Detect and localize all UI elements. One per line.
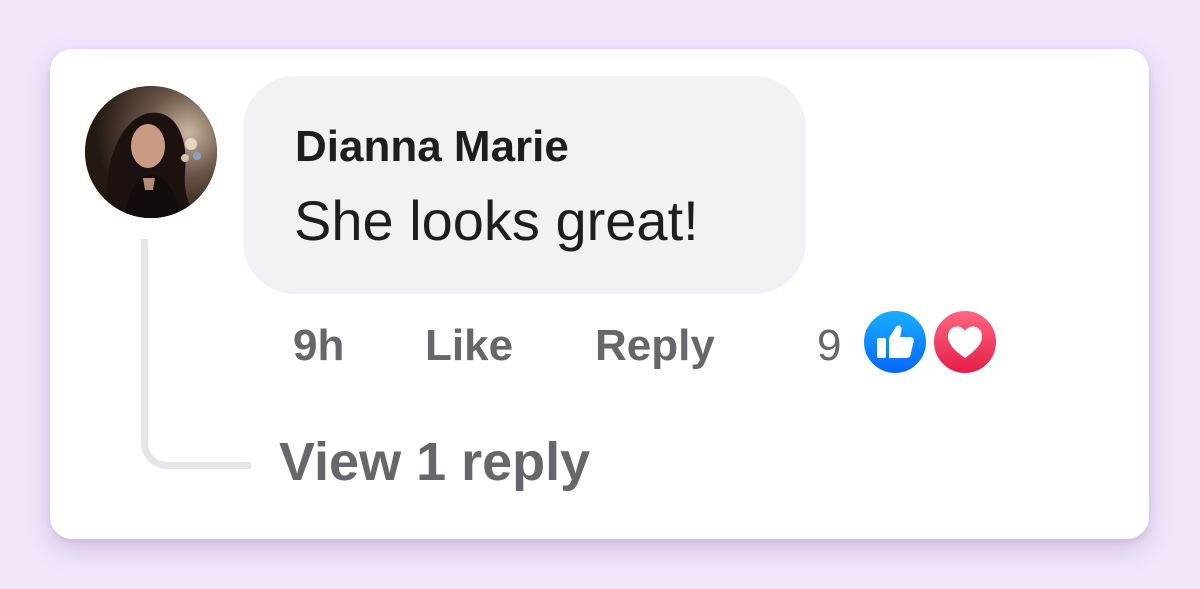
reply-button[interactable]: Reply <box>595 321 715 371</box>
comment-bubble: Dianna Marie She looks great! <box>243 76 806 294</box>
love-icon <box>930 307 1000 377</box>
reply-thread-line <box>141 239 251 469</box>
comment-text: She looks great! <box>294 189 699 252</box>
avatar[interactable] <box>85 86 217 218</box>
reaction-count[interactable]: 9 <box>817 321 841 371</box>
reaction-summary[interactable] <box>860 307 1002 377</box>
like-button[interactable]: Like <box>425 321 513 371</box>
view-replies-link[interactable]: View 1 reply <box>279 431 590 493</box>
comment-author[interactable]: Dianna Marie <box>295 122 569 172</box>
like-icon <box>860 307 930 377</box>
comment-card: Dianna Marie She looks great! 9h Like Re… <box>50 49 1149 539</box>
comment-timestamp[interactable]: 9h <box>293 321 344 371</box>
